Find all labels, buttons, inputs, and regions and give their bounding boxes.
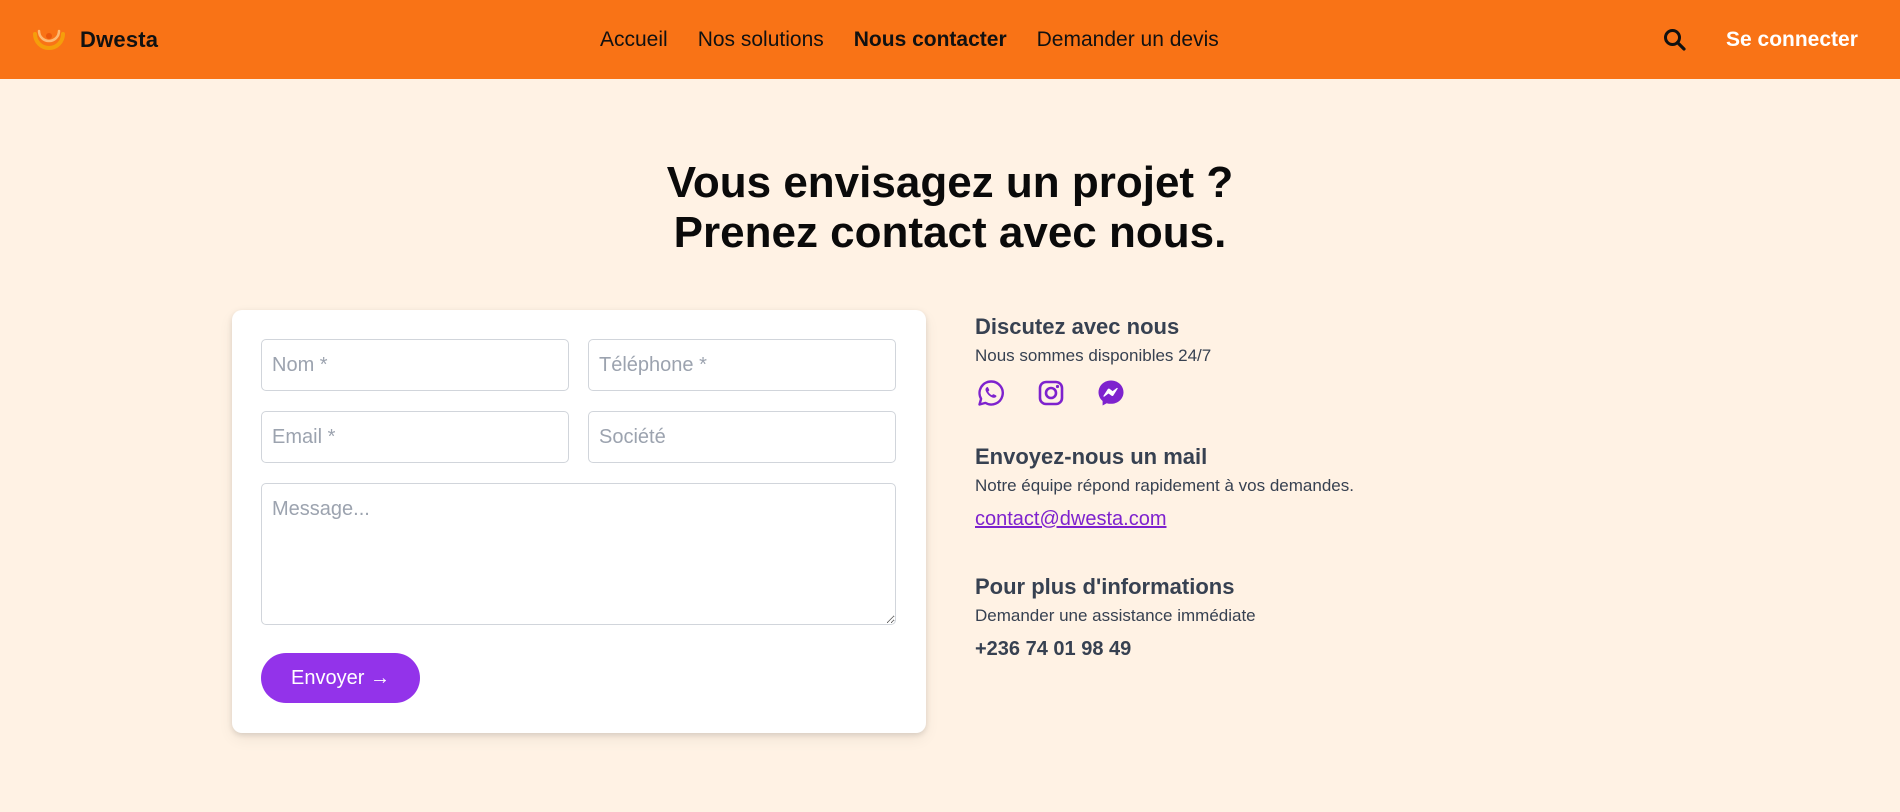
phone-number[interactable]: +236 74 01 98 49	[975, 638, 1256, 661]
chat-subtitle: Nous sommes disponibles 24/7	[975, 346, 1212, 365]
more-info-subtitle: Demander une assistance immédiate	[975, 606, 1256, 625]
email-link[interactable]: contact@dwesta.com	[975, 508, 1354, 531]
mail-subtitle: Notre équipe répond rapidement à vos dem…	[975, 476, 1354, 495]
whatsapp-icon[interactable]	[976, 378, 1006, 408]
mail-title: Envoyez-nous un mail	[975, 444, 1208, 469]
contact-form-card: Envoyer →	[232, 310, 926, 733]
messenger-icon[interactable]	[1096, 378, 1126, 408]
page-title-line2: Prenez contact avec nous.	[673, 208, 1227, 257]
brand-name: Dwesta	[80, 27, 159, 52]
message-field[interactable]	[261, 483, 896, 625]
mail-section: Envoyez-nous un mail Notre équipe répond…	[975, 444, 1354, 531]
brand-logo[interactable]: Dwesta	[30, 22, 158, 58]
chat-title: Discutez avec nous	[975, 314, 1180, 339]
email-field[interactable]	[261, 411, 569, 463]
nav-item-nos-solutions[interactable]: Nos solutions	[698, 28, 824, 52]
nav-item-demander-un-devis[interactable]: Demander un devis	[1037, 28, 1219, 52]
page-title: Vous envisagez un projet ? Prenez contac…	[0, 158, 1900, 258]
instagram-icon[interactable]	[1036, 378, 1066, 408]
logo-icon	[33, 29, 65, 50]
search-icon[interactable]	[1662, 27, 1688, 53]
main-nav: Accueil Nos solutions Nous contacter Dem…	[600, 0, 1249, 79]
name-field[interactable]	[261, 339, 569, 391]
page-title-line1: Vous envisagez un projet ?	[666, 158, 1234, 207]
nav-item-accueil[interactable]: Accueil	[600, 28, 668, 52]
login-button[interactable]: Se connecter	[1712, 22, 1872, 58]
submit-button[interactable]: Envoyer →	[261, 653, 420, 703]
more-info-section: Pour plus d'informations Demander une as…	[975, 574, 1256, 661]
nav-item-nous-contacter[interactable]: Nous contacter	[854, 28, 1007, 52]
phone-field[interactable]	[588, 339, 896, 391]
more-info-title: Pour plus d'informations	[975, 574, 1235, 599]
chat-section: Discutez avec nous Nous sommes disponibl…	[975, 314, 1211, 366]
company-field[interactable]	[588, 411, 896, 463]
top-navbar: Dwesta Accueil Nos solutions Nous contac…	[0, 0, 1900, 79]
